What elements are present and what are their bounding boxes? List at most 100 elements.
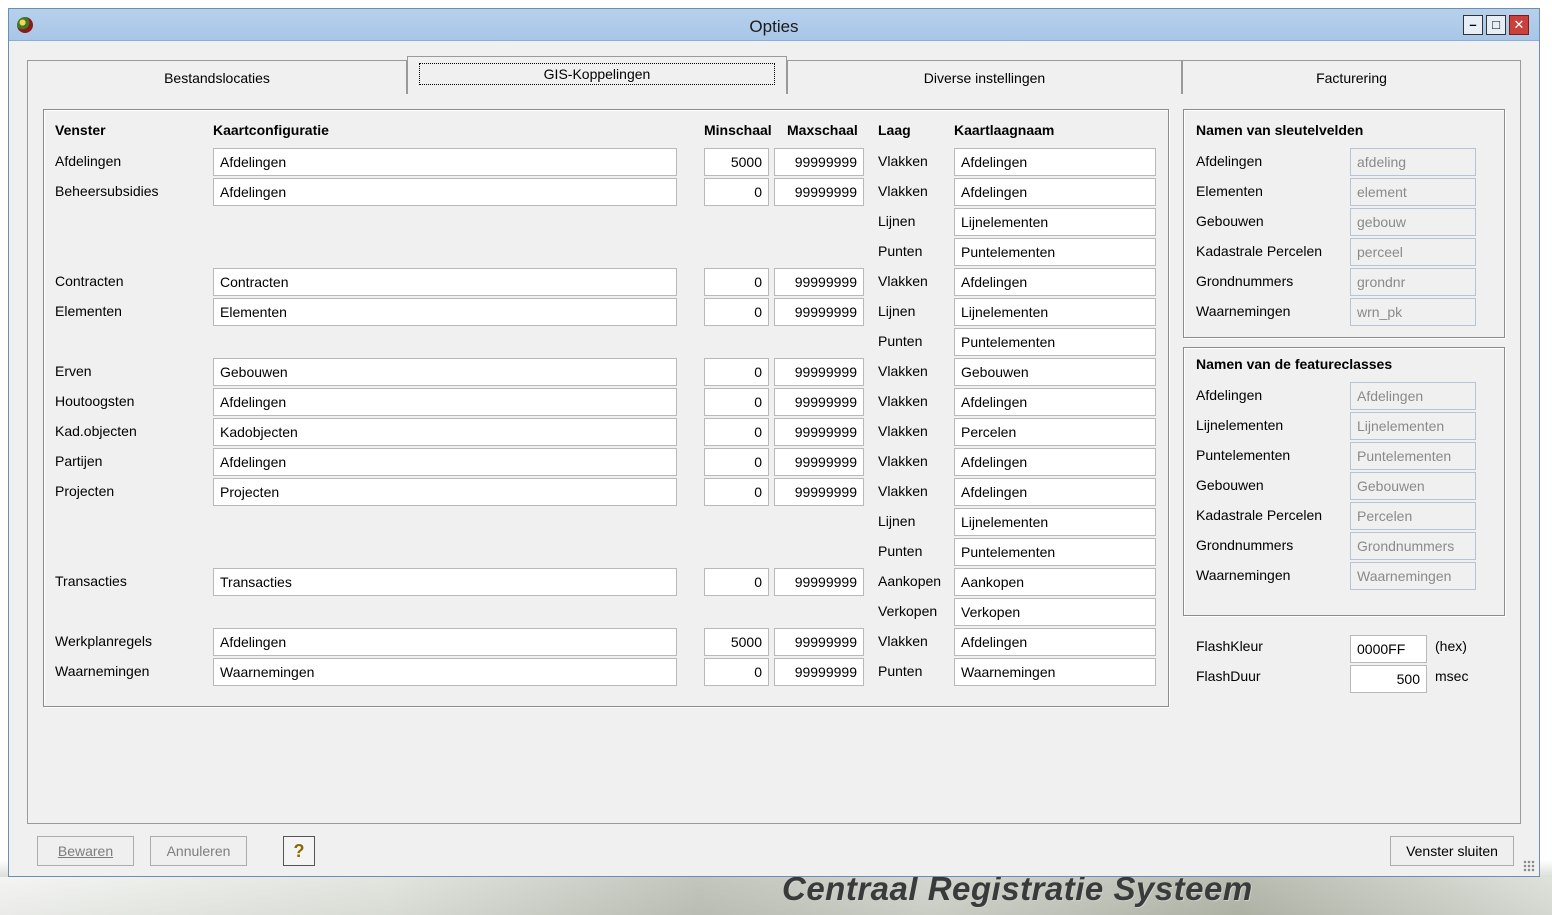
row-kaartlaagnaam-input[interactable]: Puntelementen [954,538,1156,566]
save-button[interactable]: Bewaren [37,836,134,866]
row-kaartconfiguratie-input[interactable]: Afdelingen [213,388,677,416]
row-kaartlaagnaam-input[interactable]: Afdelingen [954,628,1156,656]
row-minschaal-input[interactable]: 0 [704,478,769,506]
row-maxschaal-input[interactable]: 99999999 [774,298,864,326]
row-kaartlaagnaam-input[interactable]: Afdelingen [954,148,1156,176]
tab-diverse-instellingen[interactable]: Diverse instellingen [787,60,1182,94]
row-maxschaal-input[interactable]: 99999999 [774,268,864,296]
featureclasses-input[interactable]: Percelen [1350,502,1476,530]
row-venster-label: Houtoogsten [55,393,135,409]
featureclasses-label: Afdelingen [1196,387,1263,403]
featureclasses-input[interactable]: Grondnummers [1350,532,1476,560]
featureclasses-label: Lijnelementen [1196,417,1284,433]
row-minschaal-input[interactable]: 0 [704,388,769,416]
row-maxschaal-input[interactable]: 99999999 [774,418,864,446]
row-minschaal-input[interactable]: 0 [704,298,769,326]
row-maxschaal-input[interactable]: 99999999 [774,358,864,386]
row-kaartconfiguratie-input[interactable]: Elementen [213,298,677,326]
row-kaartlaagnaam-input[interactable]: Lijnelementen [954,298,1156,326]
row-maxschaal-input[interactable]: 99999999 [774,568,864,596]
keyfields-input[interactable]: perceel [1350,238,1476,266]
flashkleur-input[interactable]: 0000FF [1350,635,1427,663]
row-venster-label: Partijen [55,453,103,469]
featureclasses-label: Gebouwen [1196,477,1264,493]
row-minschaal-input[interactable]: 0 [704,178,769,206]
help-icon[interactable]: ? [283,836,315,866]
keyfields-input[interactable]: wrn_pk [1350,298,1476,326]
minimize-icon[interactable]: – [1463,15,1483,35]
row-kaartconfiguratie-input[interactable]: Projecten [213,478,677,506]
row-venster-label: Waarnemingen [55,663,150,679]
options-window: Opties – □ ✕ Bestandslocaties GIS-Koppel… [8,8,1540,877]
row-kaartconfiguratie-input[interactable]: Transacties [213,568,677,596]
row-kaartlaagnaam-input[interactable]: Puntelementen [954,238,1156,266]
row-kaartlaagnaam-input[interactable]: Afdelingen [954,388,1156,416]
row-maxschaal-input[interactable]: 99999999 [774,178,864,206]
featureclasses-input[interactable]: Waarnemingen [1350,562,1476,590]
keyfields-label: Waarnemingen [1196,303,1291,319]
close-icon[interactable]: ✕ [1509,15,1529,35]
featureclasses-input[interactable]: Afdelingen [1350,382,1476,410]
row-minschaal-input[interactable]: 0 [704,418,769,446]
row-laag-label: Vlakken [878,273,928,289]
row-minschaal-input[interactable]: 0 [704,268,769,296]
row-kaartlaagnaam-input[interactable]: Waarnemingen [954,658,1156,686]
featureclasses-input[interactable]: Puntelementen [1350,442,1476,470]
tab-facturering[interactable]: Facturering [1182,60,1521,94]
keyfields-input[interactable]: element [1350,178,1476,206]
tab-bestandslocaties[interactable]: Bestandslocaties [27,60,407,94]
resize-grip-icon[interactable] [1523,860,1535,872]
flashduur-input[interactable]: 500 [1350,665,1427,693]
row-kaartconfiguratie-input[interactable]: Afdelingen [213,148,677,176]
row-laag-label: Lijnen [878,213,916,229]
row-kaartconfiguratie-input[interactable]: Afdelingen [213,178,677,206]
keyfields-input[interactable]: afdeling [1350,148,1476,176]
row-minschaal-input[interactable]: 0 [704,448,769,476]
row-kaartlaagnaam-input[interactable]: Percelen [954,418,1156,446]
row-venster-label: Contracten [55,273,124,289]
row-kaartlaagnaam-input[interactable]: Lijnelementen [954,208,1156,236]
row-kaartconfiguratie-input[interactable]: Afdelingen [213,628,677,656]
row-kaartconfiguratie-input[interactable]: Gebouwen [213,358,677,386]
row-kaartconfiguratie-input[interactable]: Contracten [213,268,677,296]
keyfields-input[interactable]: grondnr [1350,268,1476,296]
row-maxschaal-input[interactable]: 99999999 [774,658,864,686]
featureclasses-group: Namen van de featureclasses Afdelingen Af… [1183,347,1505,616]
row-minschaal-input[interactable]: 5000 [704,148,769,176]
row-maxschaal-input[interactable]: 99999999 [774,448,864,476]
row-kaartlaagnaam-input[interactable]: Lijnelementen [954,508,1156,536]
row-minschaal-input[interactable]: 0 [704,568,769,596]
row-kaartlaagnaam-input[interactable]: Verkopen [954,598,1156,626]
row-kaartlaagnaam-input[interactable]: Afdelingen [954,448,1156,476]
cancel-button[interactable]: Annuleren [150,836,247,866]
featureclasses-title: Namen van de featureclasses [1196,356,1393,372]
row-maxschaal-input[interactable]: 99999999 [774,148,864,176]
row-kaartlaagnaam-input[interactable]: Puntelementen [954,328,1156,356]
keyfields-input[interactable]: gebouw [1350,208,1476,236]
row-kaartlaagnaam-input[interactable]: Aankopen [954,568,1156,596]
row-kaartconfiguratie-input[interactable]: Kadobjecten [213,418,677,446]
keyfields-label: Gebouwen [1196,213,1264,229]
row-kaartlaagnaam-input[interactable]: Afdelingen [954,178,1156,206]
row-venster-label: Beheersubsidies [55,183,159,199]
close-window-button[interactable]: Venster sluiten [1390,836,1514,866]
maximize-icon[interactable]: □ [1486,15,1506,35]
row-kaartlaagnaam-input[interactable]: Gebouwen [954,358,1156,386]
row-kaartlaagnaam-input[interactable]: Afdelingen [954,268,1156,296]
row-kaartlaagnaam-input[interactable]: Afdelingen [954,478,1156,506]
featureclasses-input[interactable]: Gebouwen [1350,472,1476,500]
row-laag-label: Vlakken [878,423,928,439]
gis-grid-group: Venster Kaartconfiguratie Minschaal Maxs… [43,109,1169,707]
row-laag-label: Punten [878,333,923,349]
row-kaartconfiguratie-input[interactable]: Afdelingen [213,448,677,476]
row-maxschaal-input[interactable]: 99999999 [774,478,864,506]
row-minschaal-input[interactable]: 0 [704,658,769,686]
row-minschaal-input[interactable]: 0 [704,358,769,386]
row-kaartconfiguratie-input[interactable]: Waarnemingen [213,658,677,686]
tab-gis-koppelingen[interactable]: GIS-Koppelingen [407,56,787,94]
title-bar[interactable]: Opties – □ ✕ [9,9,1539,41]
row-maxschaal-input[interactable]: 99999999 [774,628,864,656]
featureclasses-input[interactable]: Lijnelementen [1350,412,1476,440]
row-maxschaal-input[interactable]: 99999999 [774,388,864,416]
row-minschaal-input[interactable]: 5000 [704,628,769,656]
